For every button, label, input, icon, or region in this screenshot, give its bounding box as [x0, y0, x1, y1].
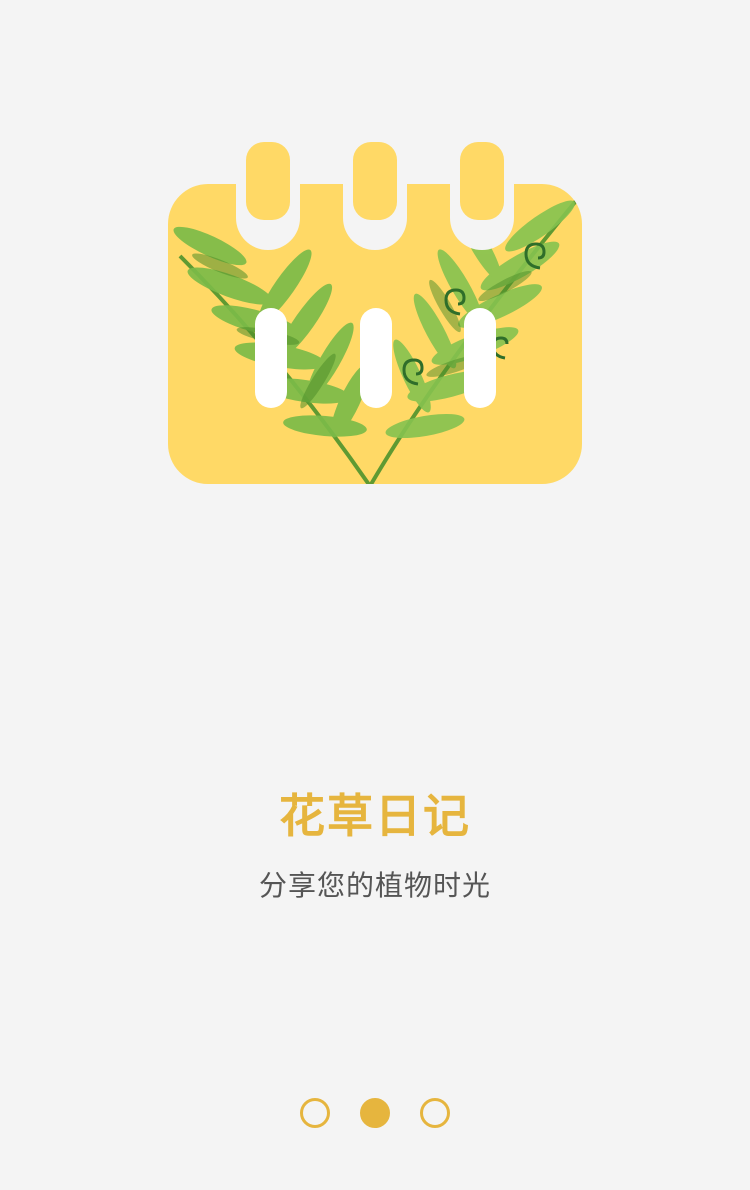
page-dot-2-active[interactable] — [360, 1098, 390, 1128]
app-subtitle: 分享您的植物时光 — [258, 869, 491, 902]
page-dot-1[interactable] — [300, 1098, 330, 1128]
page-dot-3[interactable] — [420, 1098, 450, 1128]
page-indicator — [0, 1098, 750, 1132]
calendar-leaf-icon — [160, 136, 590, 496]
app-title: 花草日记 — [279, 789, 471, 843]
